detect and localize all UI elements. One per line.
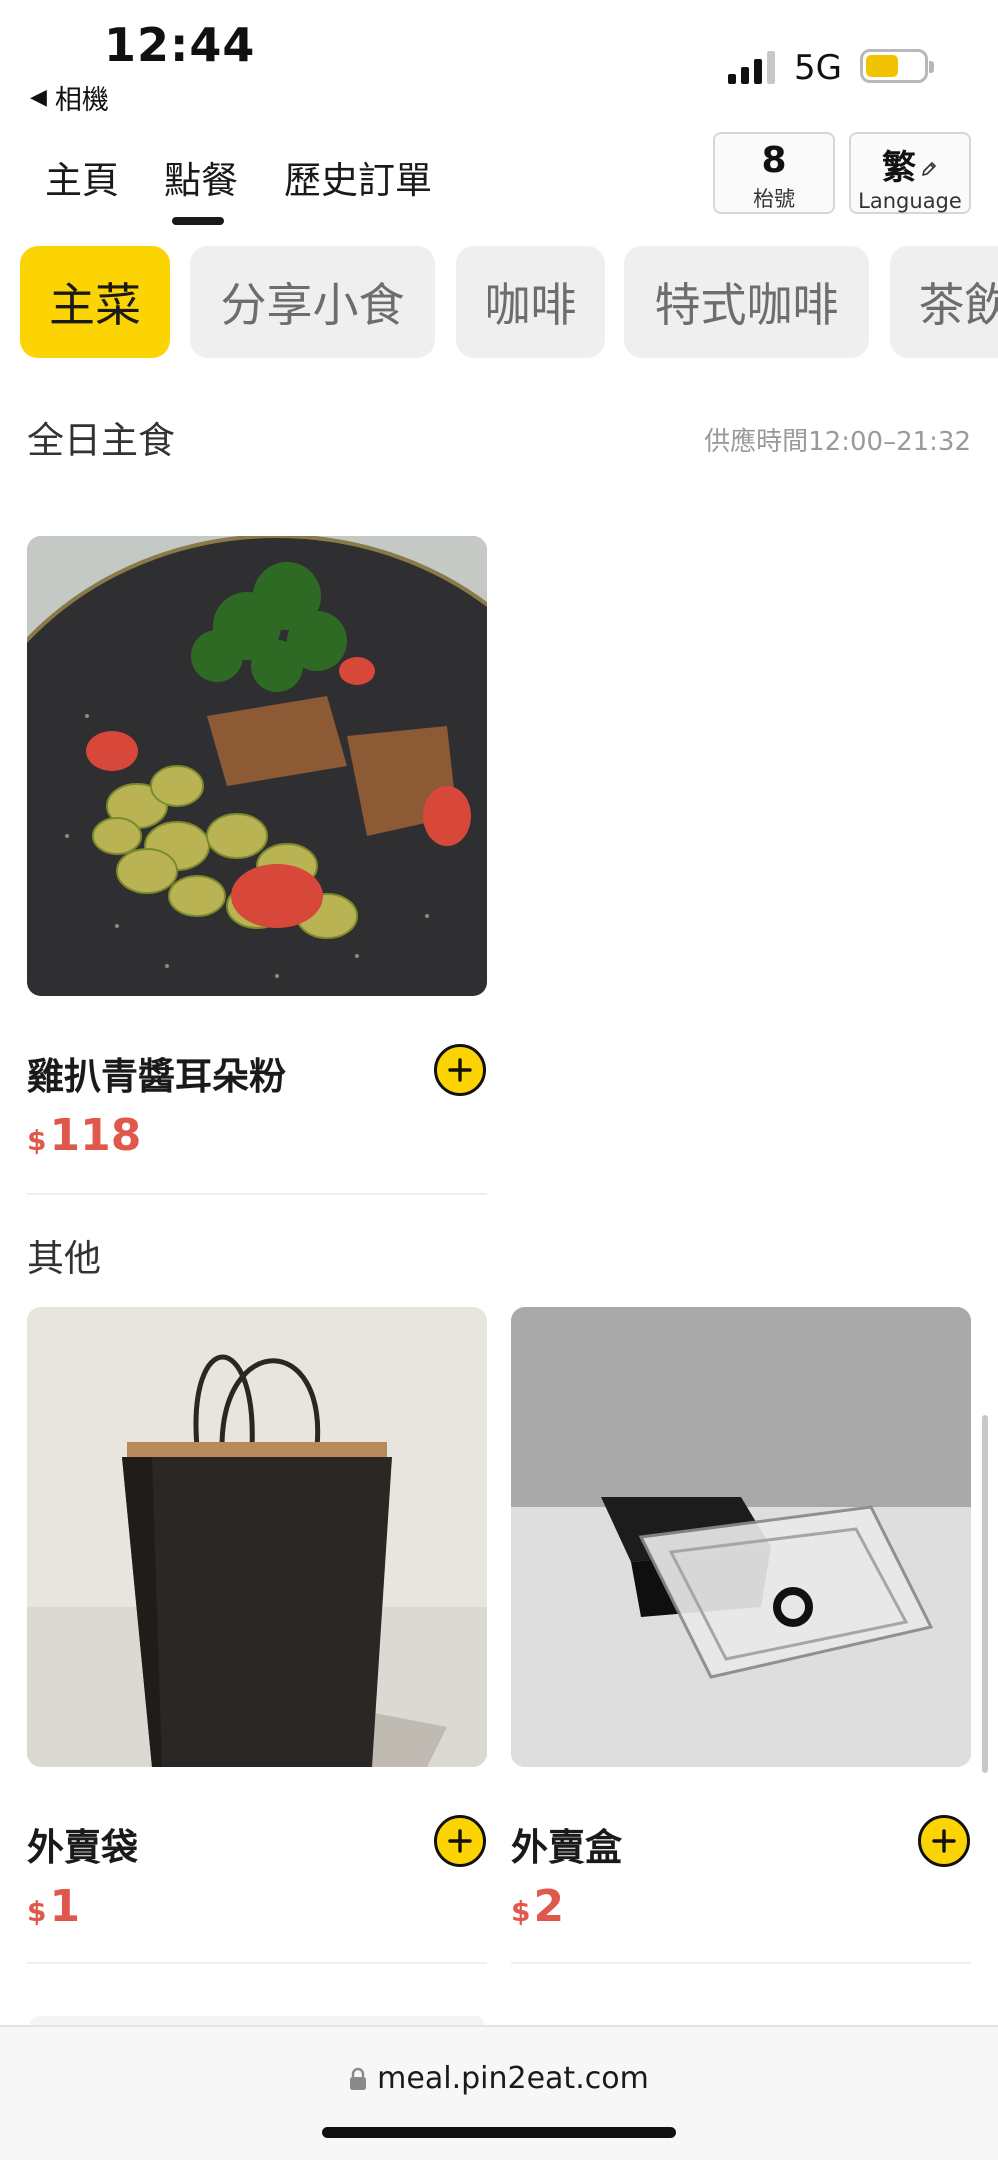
- section-title-all-day: 全日主食: [27, 419, 175, 462]
- price-currency: $: [27, 1124, 47, 1157]
- tab-home[interactable]: 主頁: [45, 150, 119, 204]
- price-amount: 2: [533, 1881, 565, 1932]
- table-number-label: 枱號: [753, 187, 795, 211]
- menu-item-image[interactable]: [27, 1307, 487, 1767]
- plus-icon: [448, 1829, 472, 1853]
- price-currency: $: [511, 1895, 531, 1928]
- browser-address-bar[interactable]: meal.pin2eat.com: [0, 2025, 998, 2160]
- lock-icon: [350, 2067, 367, 2090]
- price-currency: $: [27, 1895, 47, 1928]
- cellular-signal-icon: [728, 51, 775, 84]
- menu-item-price: $118: [27, 1110, 141, 1161]
- browser-url[interactable]: meal.pin2eat.com: [377, 2061, 649, 2096]
- language-label: Language: [858, 189, 962, 213]
- menu-item-image[interactable]: [27, 536, 487, 996]
- menu-item-name: 雞扒青醬耳朵粉: [27, 1055, 286, 1098]
- serve-time: 供應時間12:00–21:32: [704, 427, 971, 457]
- paper-bag-photo: [27, 1307, 487, 1767]
- menu-item-price: $1: [27, 1881, 80, 1932]
- menu-item-name: 外賣盒: [511, 1826, 622, 1869]
- plus-icon: [448, 1058, 472, 1082]
- active-tab-indicator: [172, 217, 224, 225]
- menu-item-price: $2: [511, 1881, 564, 1932]
- status-time: 12:44: [104, 18, 256, 72]
- back-triangle-icon: ◀: [30, 85, 47, 110]
- back-to-app-link[interactable]: ◀ 相機: [30, 78, 109, 117]
- home-indicator[interactable]: [322, 2127, 676, 2138]
- network-type: 5G: [794, 48, 842, 88]
- add-to-cart-button[interactable]: [434, 1815, 486, 1867]
- menu-item-image[interactable]: [511, 1307, 971, 1767]
- tab-order[interactable]: 點餐: [164, 150, 238, 204]
- language-current: 繁: [882, 148, 916, 188]
- item-divider: [511, 1962, 971, 1964]
- language-button[interactable]: 繁 Language: [849, 132, 971, 214]
- table-number-box[interactable]: 8 枱號: [713, 132, 835, 214]
- category-coffee[interactable]: 咖啡: [456, 246, 605, 358]
- pencil-icon: [922, 161, 936, 176]
- back-app-label: 相機: [54, 85, 109, 116]
- price-amount: 118: [49, 1110, 142, 1161]
- category-tea[interactable]: 茶飲: [890, 246, 998, 358]
- pasta-photo: [27, 536, 487, 996]
- scrollbar[interactable]: [982, 1415, 988, 1773]
- category-special-coffee[interactable]: 特式咖啡: [624, 246, 869, 358]
- item-divider: [27, 1193, 487, 1195]
- battery-icon: [860, 49, 928, 83]
- add-to-cart-button[interactable]: [918, 1815, 970, 1867]
- category-sharing-snacks[interactable]: 分享小食: [190, 246, 435, 358]
- takeaway-box-photo: [511, 1307, 971, 1767]
- table-number: 8: [761, 140, 787, 181]
- battery-nub: [929, 61, 934, 73]
- category-main-dish[interactable]: 主菜: [20, 246, 170, 358]
- item-divider: [27, 1962, 487, 1964]
- price-amount: 1: [49, 1881, 81, 1932]
- battery-level: [866, 55, 899, 77]
- add-to-cart-button[interactable]: [434, 1044, 486, 1096]
- menu-item-name: 外賣袋: [27, 1826, 138, 1869]
- plus-icon: [932, 1829, 956, 1853]
- tab-order-history[interactable]: 歷史訂單: [284, 150, 432, 204]
- section-title-others: 其他: [27, 1237, 101, 1280]
- category-bar: 主菜 分享小食 咖啡 特式咖啡 茶飲: [20, 246, 998, 358]
